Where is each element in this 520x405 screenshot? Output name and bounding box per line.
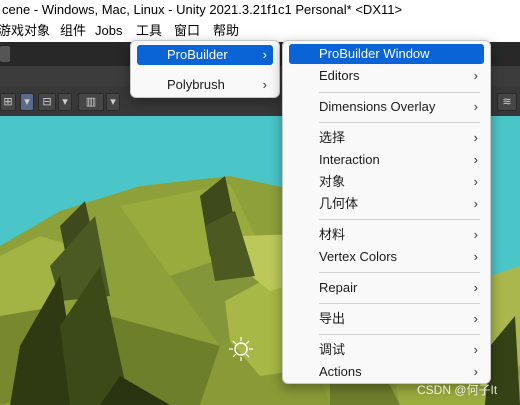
chevron-right-icon: › <box>473 174 478 189</box>
editors-item[interactable]: Editors › <box>289 66 484 86</box>
selection-item[interactable]: 选择 › <box>289 128 484 148</box>
grid-snap-icon[interactable]: ▥ <box>78 93 104 111</box>
menu-separator <box>319 303 480 304</box>
menu-gameobject[interactable]: 游戏对象 <box>0 20 50 42</box>
layers-icon[interactable]: ≋ <box>497 93 517 111</box>
dropdown-chevron-icon-3[interactable]: ▾ <box>106 93 120 111</box>
gizmo-toggle-icon[interactable]: ⊟ <box>38 93 56 111</box>
menu-separator <box>319 272 480 273</box>
watermark: CSDN @何子It <box>417 383 498 397</box>
shading-mode-icon[interactable]: ⊞ <box>0 93 16 111</box>
chevron-right-icon: › <box>473 227 478 242</box>
chevron-right-icon: › <box>262 47 267 62</box>
actions-item[interactable]: Actions › <box>289 362 484 382</box>
chevron-right-icon: › <box>473 342 478 357</box>
chevron-right-icon: › <box>473 280 478 295</box>
menu-separator <box>319 334 480 335</box>
menu-separator <box>319 122 480 123</box>
menu-tools[interactable]: 工具 <box>136 20 162 42</box>
dropdown-chevron-icon-2[interactable]: ▾ <box>58 93 72 111</box>
chevron-right-icon: › <box>473 130 478 145</box>
menu-jobs[interactable]: Jobs <box>95 20 122 42</box>
probuilder-window-item[interactable]: ProBuilder Window <box>289 44 484 64</box>
debug-item[interactable]: 调试 › <box>289 340 484 360</box>
menu-bar: 游戏对象 组件 Jobs 工具 窗口 帮助 <box>0 20 520 42</box>
dropdown-chevron-icon[interactable]: ▾ <box>20 93 34 111</box>
tools-menu-item-probuilder[interactable]: ProBuilder › <box>137 45 273 65</box>
chevron-right-icon: › <box>473 196 478 211</box>
tools-menu-item-polybrush[interactable]: Polybrush › <box>137 75 273 95</box>
object-item[interactable]: 对象 › <box>289 172 484 192</box>
geometry-item[interactable]: 几何体 › <box>289 194 484 214</box>
dimensions-overlay-item[interactable]: Dimensions Overlay › <box>289 97 484 117</box>
tools-menu: ProBuilder › Polybrush › <box>130 40 280 98</box>
menu-window[interactable]: 窗口 <box>174 20 200 42</box>
chevron-right-icon: › <box>262 77 267 92</box>
chevron-right-icon: › <box>473 68 478 83</box>
window-title-bar: cene - Windows, Mac, Linux - Unity 2021.… <box>0 0 520 20</box>
menu-help[interactable]: 帮助 <box>213 20 239 42</box>
menu-component[interactable]: 组件 <box>60 20 86 42</box>
menu-separator <box>319 92 480 93</box>
materials-item[interactable]: 材料 › <box>289 225 484 245</box>
menu-separator <box>319 219 480 220</box>
export-item[interactable]: 导出 › <box>289 309 484 329</box>
chevron-right-icon: › <box>473 152 478 167</box>
chevron-right-icon: › <box>473 311 478 326</box>
chevron-right-icon: › <box>473 364 478 379</box>
repair-item[interactable]: Repair › <box>289 278 484 298</box>
interaction-item[interactable]: Interaction › <box>289 150 484 170</box>
vertex-colors-item[interactable]: Vertex Colors › <box>289 247 484 267</box>
window-title: cene - Windows, Mac, Linux - Unity 2021.… <box>2 2 403 17</box>
chevron-right-icon: › <box>473 99 478 114</box>
toolbar-button[interactable] <box>0 46 10 62</box>
probuilder-submenu: ProBuilder Window Editors › Dimensions O… <box>282 40 491 384</box>
chevron-right-icon: › <box>473 249 478 264</box>
